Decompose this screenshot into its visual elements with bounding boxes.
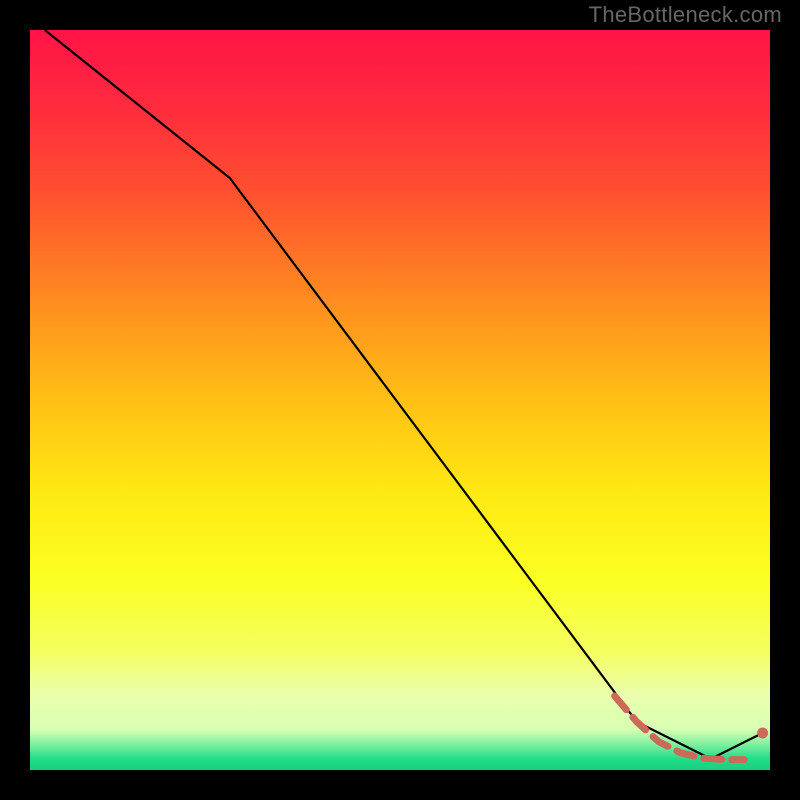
sweet-spot xyxy=(615,696,745,760)
endpoint-marker xyxy=(757,728,768,739)
plot-area xyxy=(30,30,770,770)
bottleneck-curve xyxy=(45,30,763,759)
watermark-text: TheBottleneck.com xyxy=(589,2,782,28)
series-layer xyxy=(30,30,770,770)
chart-frame: TheBottleneck.com xyxy=(0,0,800,800)
